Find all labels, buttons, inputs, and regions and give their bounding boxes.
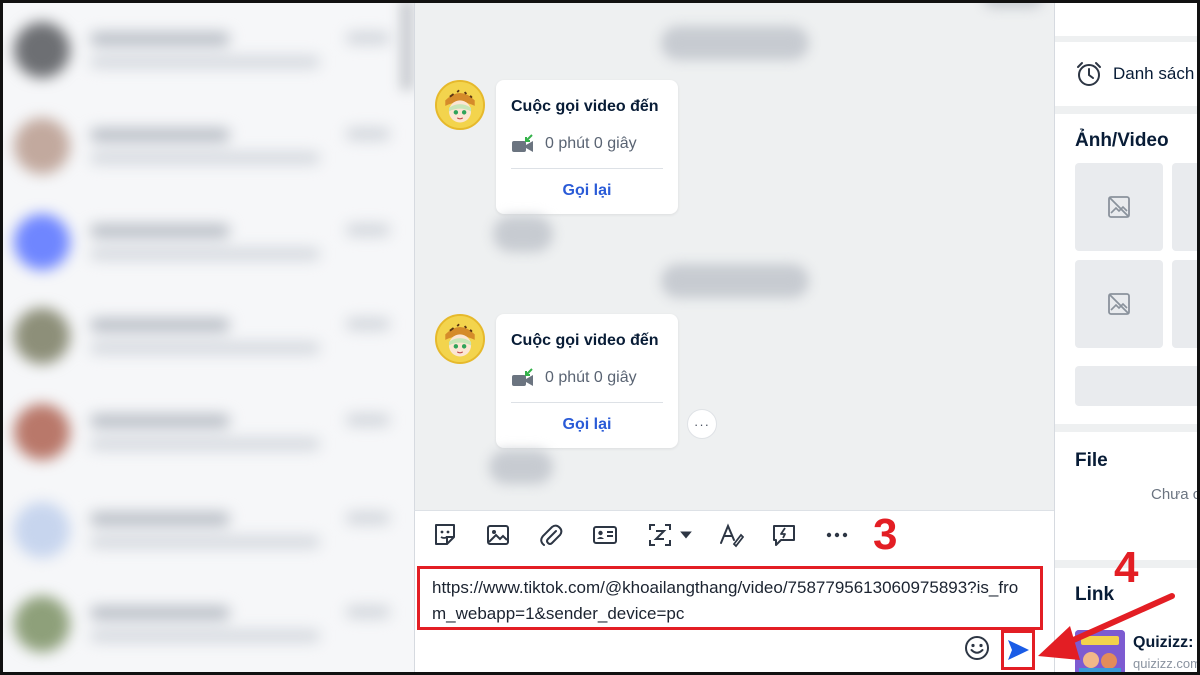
- avatar: [14, 502, 70, 558]
- emoji-icon[interactable]: [963, 634, 991, 662]
- text-format-button[interactable]: [717, 521, 745, 549]
- image-button[interactable]: [484, 521, 512, 549]
- step-number-3: 3: [873, 510, 898, 559]
- link-title: Link: [1075, 584, 1115, 605]
- sender-avatar[interactable]: [435, 314, 485, 364]
- message-input[interactable]: https://www.tiktok.com/@khoailangthang/v…: [417, 566, 1043, 630]
- blurred-timestamp: [661, 26, 809, 60]
- conversation-item[interactable]: [0, 106, 414, 186]
- file-title: File: [1075, 450, 1108, 471]
- more-button[interactable]: [823, 521, 851, 549]
- attachment-icon: [540, 524, 563, 546]
- contact-card-button[interactable]: [591, 521, 619, 549]
- conversation-item[interactable]: [0, 296, 414, 376]
- blurred-timestamp: [489, 450, 553, 484]
- media-thumbnail[interactable]: [1172, 260, 1200, 348]
- avatar: [14, 214, 70, 270]
- media-section: Ảnh/Video: [1055, 114, 1200, 424]
- blurred-timestamp: [493, 216, 553, 252]
- more-icon: [826, 532, 848, 538]
- composer: https://www.tiktok.com/@khoailangthang/v…: [414, 558, 1054, 675]
- call-back-button[interactable]: Gọi lại: [496, 416, 678, 434]
- avatar: [14, 404, 70, 460]
- call-title: Cuộc gọi video đến: [511, 98, 659, 115]
- send-icon: [1008, 640, 1029, 660]
- composer-toolbar: 3: [414, 510, 1054, 558]
- avatar: [14, 118, 70, 174]
- call-back-button[interactable]: Gọi lại: [496, 182, 678, 200]
- broken-image-icon: [1108, 293, 1130, 315]
- attachment-button[interactable]: [537, 521, 565, 549]
- reminder-label: Danh sách: [1113, 64, 1195, 83]
- avatar: [14, 308, 70, 364]
- call-duration: 0 phút 0 giây: [511, 134, 637, 154]
- divider: [511, 402, 663, 403]
- call-title: Cuộc gọi video đến: [511, 332, 659, 349]
- screenshot-icon: [649, 524, 671, 546]
- sticker-icon: [435, 524, 455, 545]
- view-all-media-button[interactable]: [1075, 366, 1200, 406]
- sender-avatar[interactable]: [435, 80, 485, 130]
- link-thumbnail[interactable]: [1075, 630, 1125, 675]
- quick-message-button[interactable]: [770, 521, 798, 549]
- scrollbar[interactable]: [400, 0, 414, 90]
- quick-message-icon: [773, 525, 795, 546]
- avatar: [14, 22, 70, 78]
- blurred-timestamp: [661, 264, 809, 298]
- chat-area: Cuộc gọi video đến 0 phút 0 giây Gọi lại…: [414, 0, 1054, 510]
- call-message-card: Cuộc gọi video đến 0 phút 0 giây Gọi lại: [496, 80, 678, 214]
- media-thumbnail[interactable]: [1075, 260, 1163, 348]
- message-more-button[interactable]: ···: [687, 409, 717, 439]
- info-header: [1055, 0, 1200, 36]
- broken-image-icon: [1108, 196, 1130, 218]
- send-button[interactable]: [1001, 630, 1035, 670]
- link-item-title[interactable]: Quizizz:: [1133, 634, 1193, 652]
- reminder-section[interactable]: Danh sách: [1055, 42, 1200, 106]
- avatar: [14, 596, 70, 652]
- conversation-item[interactable]: [0, 490, 414, 570]
- call-duration: 0 phút 0 giây: [511, 368, 637, 388]
- conversation-item[interactable]: [0, 202, 414, 282]
- quizizz-thumbnail-icon: [1075, 630, 1125, 675]
- call-message-card: Cuộc gọi video đến 0 phút 0 giây Gọi lại: [496, 314, 678, 448]
- conversation-item[interactable]: [0, 584, 414, 664]
- conversation-item[interactable]: [0, 10, 414, 90]
- alarm-clock-icon: [1077, 62, 1101, 86]
- file-empty-text: Chưa c: [1151, 486, 1200, 503]
- divider: [511, 168, 663, 169]
- step-number-4: 4: [1114, 543, 1139, 592]
- media-thumbnail[interactable]: [1075, 163, 1163, 251]
- link-item-domain: quizizz.com: [1133, 656, 1200, 671]
- media-title: Ảnh/Video: [1075, 130, 1169, 151]
- media-thumbnail[interactable]: [1172, 163, 1200, 251]
- video-call-missed-icon: [512, 134, 533, 152]
- contact-card-icon: [593, 526, 617, 544]
- text-format-icon: [720, 523, 744, 548]
- sticker-button[interactable]: [431, 521, 459, 549]
- blurred-element: [983, 0, 1043, 8]
- video-call-missed-icon: [512, 368, 533, 386]
- conversation-item[interactable]: [0, 392, 414, 472]
- chevron-down-icon: [680, 531, 692, 539]
- screenshot-button[interactable]: [645, 521, 695, 549]
- image-icon: [487, 525, 509, 545]
- conversation-list: [0, 0, 414, 675]
